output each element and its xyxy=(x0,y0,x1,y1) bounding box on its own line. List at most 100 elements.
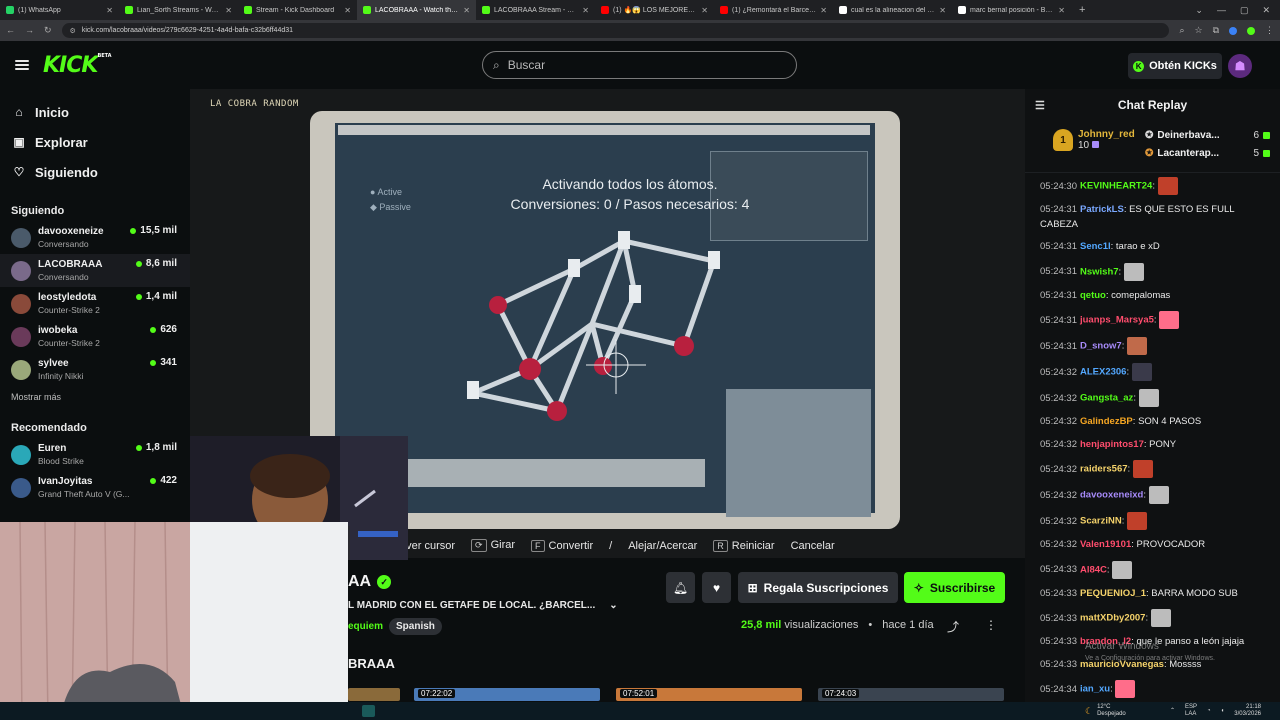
streamer-name[interactable]: AA ✓ xyxy=(348,573,392,591)
chat-username[interactable]: Nswish7 xyxy=(1080,266,1119,277)
chat-username[interactable]: Senc1l xyxy=(1080,241,1111,252)
game-legend: ● Active ◆ Passive xyxy=(370,187,411,212)
subscribe-button[interactable]: ✧ Suscribirse xyxy=(904,572,1005,603)
browser-tab[interactable]: LACOBRAAA - Watch the V ✕ xyxy=(357,0,476,20)
search-input[interactable]: ⌕ Buscar xyxy=(482,51,797,79)
chat-username[interactable]: mattXDby2007 xyxy=(1080,613,1145,624)
close-tab-icon[interactable]: ✕ xyxy=(701,6,708,15)
chat-message: 05:24:32 raiders567: xyxy=(1040,460,1270,478)
forward-icon[interactable]: → xyxy=(25,25,34,36)
share-icon[interactable]: ⤴ xyxy=(947,618,959,635)
sidebar-channel[interactable]: IvanJoyitas Grand Theft Auto V (G... 422 xyxy=(0,471,190,504)
volume-icon[interactable]: ◖ xyxy=(1221,708,1225,715)
close-tab-icon[interactable]: ✕ xyxy=(1058,6,1065,15)
extension-icon[interactable] xyxy=(1247,26,1255,35)
chat-username[interactable]: PatrickLS xyxy=(1080,204,1124,215)
sidebar-channel[interactable]: iwobeka Counter-Strike 2 626 xyxy=(0,320,190,353)
browser-tab[interactable]: cual es la alineacion del barca✕ xyxy=(833,0,952,20)
clock[interactable]: 21:18 3/03/2026 xyxy=(1234,704,1261,718)
wifi-icon[interactable]: ◔ xyxy=(1207,708,1211,715)
close-tab-icon[interactable]: ✕ xyxy=(463,6,470,15)
nav-siguiendo[interactable]: ♡ Siguiendo xyxy=(0,157,190,187)
category-link[interactable]: equiem xyxy=(348,621,383,632)
browser-tab[interactable]: (1) 🔥😱 LOS MEJORES LU ✕ xyxy=(595,0,714,20)
gift-subscriptions-button[interactable]: ⊞ Regala Suscripciones xyxy=(738,572,898,603)
collapse-chat-icon[interactable]: ☰ xyxy=(1035,99,1045,112)
browser-tab[interactable]: LACOBRAAA Stream - Watc ✕ xyxy=(476,0,595,20)
video-thumbnail[interactable]: 07:52:01 xyxy=(616,688,802,701)
chat-username[interactable]: juanps_Marsya5 xyxy=(1080,315,1154,326)
browser-tab[interactable]: (1) WhatsApp ✕ xyxy=(0,0,119,20)
close-tab-icon[interactable]: ✕ xyxy=(939,6,946,15)
chat-username[interactable]: Valen19101 xyxy=(1080,539,1131,550)
get-kicks-button[interactable]: K Obtén KICKs xyxy=(1128,53,1222,79)
sidebar-channel[interactable]: davooxeneize Conversando 15,5 mil xyxy=(0,221,190,254)
taskbar-app-icon[interactable] xyxy=(362,705,375,717)
close-tab-icon[interactable]: ✕ xyxy=(344,6,351,15)
browser-tab[interactable]: marc bernal posición - Buscar ✕ xyxy=(952,0,1071,20)
sidebar-channel[interactable]: leostyledota Counter-Strike 2 1,4 mil xyxy=(0,287,190,320)
chat-username[interactable]: Al84C xyxy=(1080,564,1107,575)
chat-username[interactable]: D_snow7 xyxy=(1080,341,1122,352)
back-icon[interactable]: ← xyxy=(6,25,15,36)
show-more-link[interactable]: Mostrar más xyxy=(0,392,190,408)
sidebar-channel[interactable]: LACOBRAAA Conversando 8,6 mil xyxy=(0,254,190,287)
chat-username[interactable]: GalindezBP xyxy=(1080,416,1133,427)
leader-second[interactable]: ✪ Deinerbava... 6 xyxy=(1145,130,1270,141)
close-tab-icon[interactable]: ✕ xyxy=(106,6,113,15)
live-dot-icon xyxy=(130,227,137,234)
leader-third[interactable]: ✪ Lacanterap... 5 xyxy=(1145,148,1270,159)
sidebar-channel[interactable]: sylvee Infinity Nikki 341 xyxy=(0,353,190,386)
close-icon[interactable]: ✕ xyxy=(1262,5,1270,16)
chat-username[interactable]: ian_xu xyxy=(1080,684,1110,695)
emote-icon xyxy=(1131,363,1152,381)
user-avatar[interactable]: ☗ xyxy=(1228,54,1252,78)
weather-widget[interactable]: ☾ 12°C Despejado xyxy=(1085,704,1126,718)
profile-icon[interactable] xyxy=(1229,26,1237,35)
chat-username[interactable]: ALEX2306 xyxy=(1080,367,1126,378)
chat-username[interactable]: henjapintos17 xyxy=(1080,439,1144,450)
chat-username[interactable]: davooxeneixd xyxy=(1080,490,1143,501)
extensions-icon[interactable]: ⧉ xyxy=(1213,25,1219,36)
more-options-icon[interactable]: ⋮ xyxy=(985,618,997,632)
more-icon[interactable]: ⋮ xyxy=(1265,25,1274,36)
avatar xyxy=(11,477,31,498)
zoom-icon[interactable]: ⌕ xyxy=(1179,25,1184,36)
site-info-icon[interactable]: ⚙ xyxy=(70,27,76,35)
browser-tab[interactable]: Lian_Sorth Streams - Watch Live ✕ xyxy=(119,0,238,20)
tray-chevron-icon[interactable]: ⌃ xyxy=(1170,708,1175,715)
nav-inicio[interactable]: ⌂ Inicio xyxy=(0,97,190,127)
chevron-down-icon[interactable]: ⌄ xyxy=(609,600,617,611)
browser-tab[interactable]: Stream - Kick Dashboard ✕ xyxy=(238,0,357,20)
kick-logo[interactable]: KICKBETA xyxy=(43,53,112,78)
browser-tab[interactable]: (1) ¿Remontará el Barcelon ✕ xyxy=(714,0,833,20)
close-tab-icon[interactable]: ✕ xyxy=(820,6,827,15)
maximize-icon[interactable]: ▢ xyxy=(1240,5,1249,16)
chat-username[interactable]: raiders567 xyxy=(1080,464,1128,475)
bookmark-star-icon[interactable]: ☆ xyxy=(1194,25,1202,36)
language-tag[interactable]: Spanish xyxy=(389,618,442,635)
chat-username[interactable]: ScarziNN xyxy=(1080,516,1122,527)
chat-username[interactable]: qetuo xyxy=(1080,290,1106,301)
video-thumbnail[interactable] xyxy=(348,688,400,701)
chat-username[interactable]: PEQUENIOJ_1 xyxy=(1080,588,1146,599)
minimize-icon[interactable]: — xyxy=(1217,5,1226,16)
reload-icon[interactable]: ↻ xyxy=(44,25,52,36)
new-tab-button[interactable]: + xyxy=(1071,4,1093,16)
notification-bell-button[interactable]: 🔔︎ xyxy=(666,572,695,603)
url-field[interactable]: ⚙ kick.com/lacobraaa/videos/279c6629-425… xyxy=(61,23,1170,38)
hamburger-menu-icon[interactable] xyxy=(15,60,29,70)
chat-username[interactable]: Gangsta_az xyxy=(1080,393,1133,404)
video-thumbnail[interactable]: 07:24:03 xyxy=(818,688,1004,701)
chat-username[interactable]: KEVINHEART24 xyxy=(1080,181,1152,192)
close-tab-icon[interactable]: ✕ xyxy=(582,6,589,15)
webcam-room xyxy=(0,522,348,720)
close-tab-icon[interactable]: ✕ xyxy=(225,6,232,15)
sidebar-channel[interactable]: Euren Blood Strike 1,8 mil xyxy=(0,438,190,471)
language-indicator[interactable]: ESP LAA xyxy=(1185,704,1197,718)
nav-explorar[interactable]: ▣ Explorar xyxy=(0,127,190,157)
chevron-down-icon[interactable]: ⌄ xyxy=(1195,5,1203,16)
video-thumbnail[interactable]: 07:22:02 xyxy=(414,688,600,701)
leader-name[interactable]: Johnny_red xyxy=(1078,129,1135,140)
follow-button[interactable]: ♥ xyxy=(702,572,731,603)
